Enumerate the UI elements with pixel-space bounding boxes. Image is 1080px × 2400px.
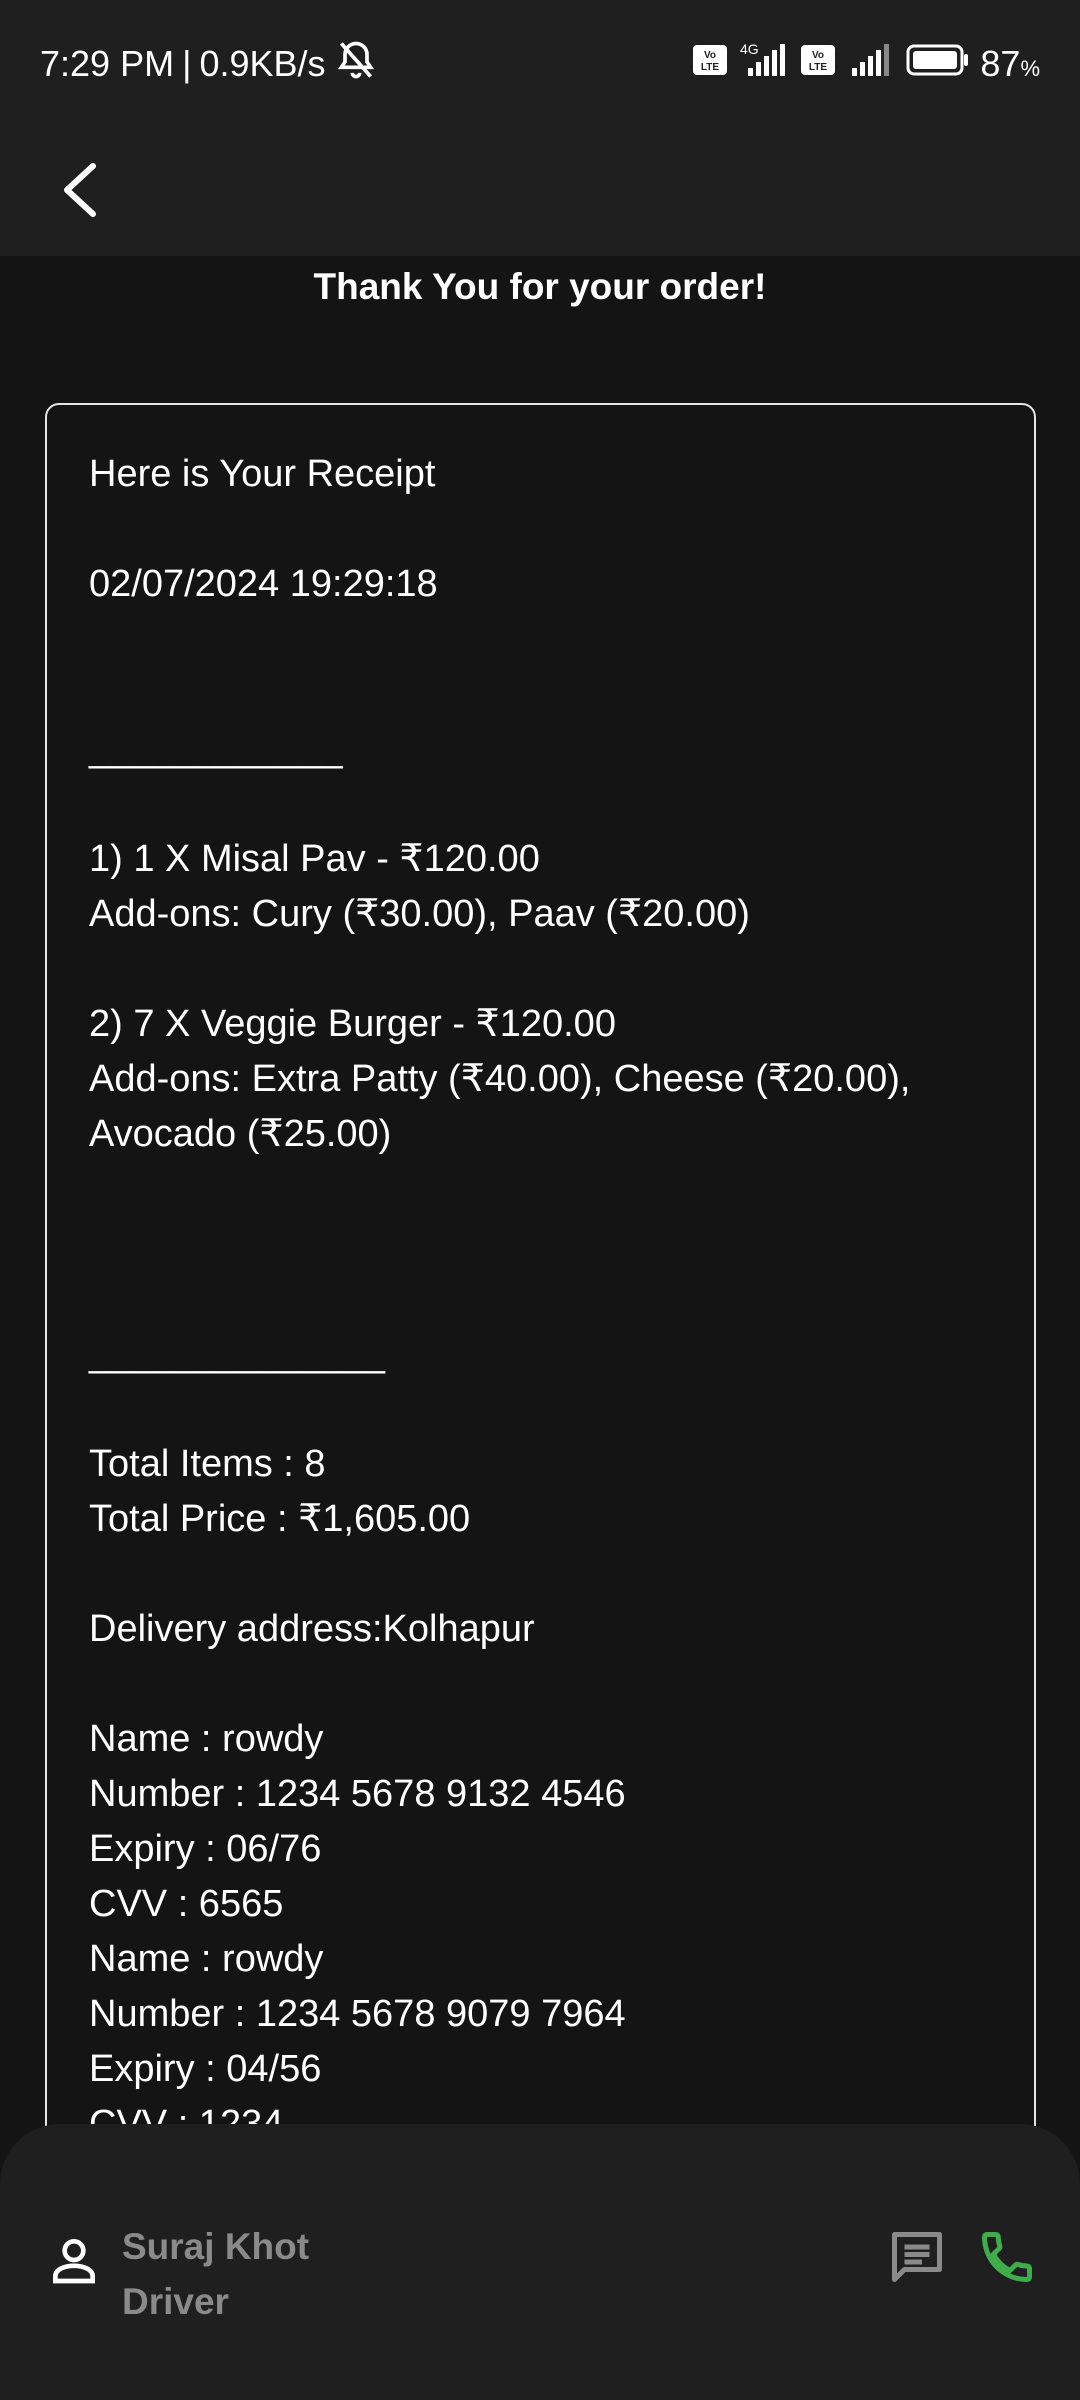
svg-text:Vo: Vo <box>812 50 824 61</box>
signal-icon-2 <box>846 42 896 87</box>
driver-role: Driver <box>122 2281 229 2322</box>
phone-icon <box>977 2227 1037 2292</box>
receipt-line <box>89 1217 992 1272</box>
receipt-line: Delivery address:Kolhapur <box>89 1608 535 1650</box>
status-bar: 7:29 PM | 0.9KB/s Vo LTE 4G Vo LTE 87% <box>0 0 1080 128</box>
receipt-line: Expiry : 04/56 <box>89 2048 322 2090</box>
app-bar <box>0 128 1080 256</box>
receipt-line: Number : 1234 5678 9079 7964 <box>89 1993 626 2035</box>
arrow-back-icon <box>55 160 105 225</box>
receipt-line: Name : rowdy <box>89 1718 324 1760</box>
receipt-line: Here is Your Receipt <box>89 453 436 495</box>
page-title: Thank You for your order! <box>313 266 767 307</box>
svg-text:LTE: LTE <box>701 62 719 73</box>
back-button[interactable] <box>40 152 120 232</box>
status-left: 7:29 PM | 0.9KB/s <box>40 38 378 91</box>
receipt-line: Total Items : 8 <box>89 1443 326 1485</box>
call-button[interactable] <box>974 2226 1040 2292</box>
receipt-line: CVV : 6565 <box>89 1883 284 1925</box>
receipt-line: 02/07/2024 19:29:18 <box>89 563 438 605</box>
receipt-line: 1) 1 X Misal Pav - ₹120.00 <box>89 838 540 880</box>
battery-level: 87% <box>980 43 1040 84</box>
svg-text:LTE: LTE <box>809 62 827 73</box>
driver-sheet: Suraj Khot Driver <box>0 2124 1080 2400</box>
svg-text:Vo: Vo <box>704 50 716 61</box>
receipt-line <box>89 1547 992 1602</box>
status-right: Vo LTE 4G Vo LTE 87% <box>692 41 1040 87</box>
receipt-line <box>89 502 992 557</box>
status-net-speed: 0.9KB/s <box>199 43 326 84</box>
person-icon <box>46 2232 102 2288</box>
message-icon <box>887 2227 947 2292</box>
receipt-line <box>89 1657 992 1712</box>
volte-icon-2: Vo LTE <box>800 43 836 85</box>
receipt-line <box>89 777 992 832</box>
signal-icon: 4G <box>738 41 790 87</box>
volte-icon: Vo LTE <box>692 43 728 85</box>
receipt-line: Name : rowdy <box>89 1938 324 1980</box>
receipt-line: Number : 1234 5678 9132 4546 <box>89 1773 626 1815</box>
receipt-line <box>89 942 992 997</box>
receipt-line <box>89 1162 992 1217</box>
receipt-line: Add-ons: Cury (₹30.00), Paav (₹20.00) <box>89 893 750 935</box>
message-button[interactable] <box>884 2226 950 2292</box>
receipt-line <box>89 1382 992 1437</box>
receipt-line: ______________ <box>89 1333 385 1375</box>
receipt-card: Here is Your Receipt 02/07/2024 19:29:18… <box>45 403 1036 2143</box>
status-separator: | <box>182 43 192 84</box>
bell-off-icon <box>334 38 378 91</box>
driver-name: Suraj Khot <box>122 2226 310 2267</box>
status-time: 7:29 PM <box>40 43 175 84</box>
receipt-line <box>89 1272 992 1327</box>
receipt-line: 2) 7 X Veggie Burger - ₹120.00 <box>89 1003 616 1045</box>
battery-icon <box>906 43 970 86</box>
receipt-line: Total Price : ₹1,605.00 <box>89 1498 471 1540</box>
receipt-line: Add-ons: Extra Patty (₹40.00), Cheese (₹… <box>89 1058 911 1100</box>
receipt-line: ____________ <box>89 728 343 770</box>
receipt-line <box>89 612 992 667</box>
receipt-line: Avocado (₹25.00) <box>89 1113 392 1155</box>
receipt-line <box>89 667 992 722</box>
network-type: 4G <box>740 42 759 57</box>
receipt-line: Expiry : 06/76 <box>89 1828 322 1870</box>
